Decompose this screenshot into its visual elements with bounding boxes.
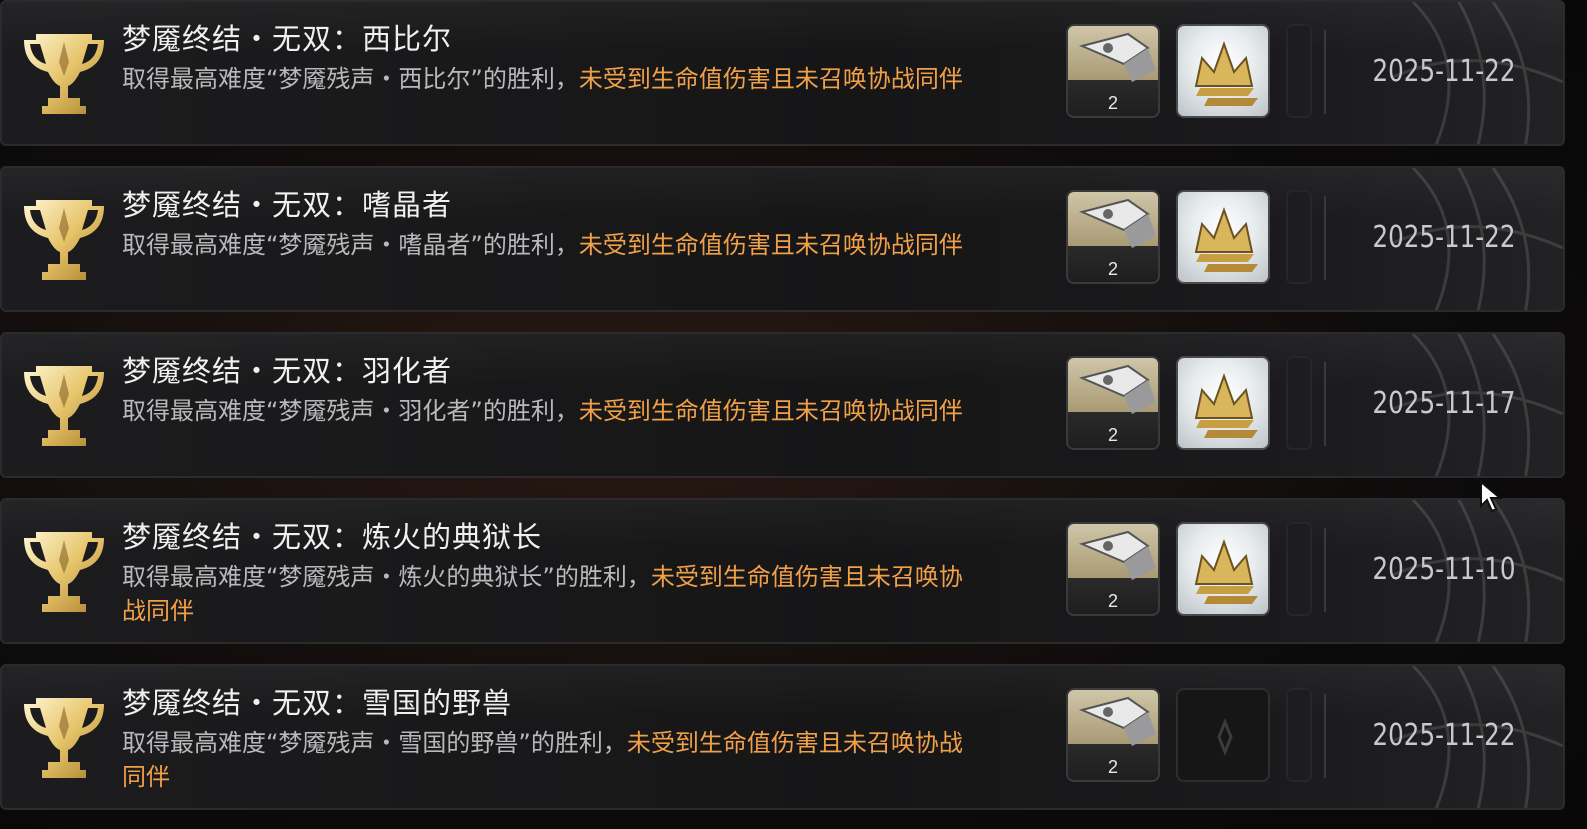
description-highlight: 未受到生命值伤害且未召唤协战同伴 bbox=[578, 65, 963, 93]
trophy-icon bbox=[24, 200, 104, 280]
empty-reward-slot bbox=[1286, 190, 1312, 284]
trophy-icon bbox=[24, 532, 104, 612]
description-text: 取得最高难度“梦魇残声・炼火的典狱长”的胜利， bbox=[122, 563, 651, 591]
reward-quantity: 2 bbox=[1107, 259, 1118, 279]
description-text: 取得最高难度“梦魇残声・雪国的野兽”的胜利， bbox=[122, 729, 627, 757]
trophy-icon bbox=[24, 34, 104, 114]
achievement-date: 2025-11-22 bbox=[1372, 718, 1516, 753]
achievement-date: 2025-11-22 bbox=[1372, 220, 1516, 255]
achievement-description: 取得最高难度“梦魇残声・嗜晶者”的胜利，未受到生命值伤害且未召唤协战同伴 bbox=[122, 228, 984, 262]
mouse-cursor-icon bbox=[1480, 480, 1503, 513]
divider bbox=[1324, 528, 1326, 612]
trophy-icon bbox=[24, 366, 104, 446]
empty-reward-slot bbox=[1286, 522, 1312, 616]
material-reward[interactable]: 2 bbox=[1066, 190, 1160, 284]
achievement-date: 2025-11-22 bbox=[1372, 54, 1516, 89]
empty-reward-slot bbox=[1286, 24, 1312, 118]
achievement-date: 2025-11-17 bbox=[1372, 386, 1516, 421]
achievement-description: 取得最高难度“梦魇残声・炼火的典狱长”的胜利，未受到生命值伤害且未召唤协战同伴 bbox=[122, 560, 984, 628]
description-highlight: 未受到生命值伤害且未召唤协战同伴 bbox=[578, 397, 963, 425]
description-text: 取得最高难度“梦魇残声・羽化者”的胜利， bbox=[122, 397, 579, 425]
material-reward[interactable]: 2 bbox=[1066, 24, 1160, 118]
achievement-date: 2025-11-10 bbox=[1372, 552, 1516, 587]
material-reward[interactable]: 2 bbox=[1066, 688, 1160, 782]
achievement-description: 取得最高难度“梦魇残声・羽化者”的胜利，未受到生命值伤害且未召唤协战同伴 bbox=[122, 394, 984, 428]
achievement-card[interactable]: 梦魇终结・无双：炼火的典狱长 取得最高难度“梦魇残声・炼火的典狱长”的胜利，未受… bbox=[0, 498, 1565, 644]
achievement-page: 梦魇终结・无双：西比尔 取得最高难度“梦魇残声・西比尔”的胜利，未受到生命值伤害… bbox=[0, 0, 1587, 829]
achievement-title: 梦魇终结・无双：雪国的野兽 bbox=[122, 686, 513, 720]
achievement-card[interactable]: 梦魇终结・无双：西比尔 取得最高难度“梦魇残声・西比尔”的胜利，未受到生命值伤害… bbox=[0, 0, 1565, 146]
achievement-title: 梦魇终结・无双：西比尔 bbox=[122, 22, 453, 56]
crown-reward[interactable] bbox=[1176, 24, 1270, 118]
achievement-title: 梦魇终结・无双：嗜晶者 bbox=[122, 188, 453, 222]
crown-reward[interactable] bbox=[1176, 356, 1270, 450]
empty-reward-slot bbox=[1286, 688, 1312, 782]
description-text: 取得最高难度“梦魇残声・西比尔”的胜利， bbox=[122, 65, 579, 93]
divider bbox=[1324, 362, 1326, 446]
material-reward-icon bbox=[1078, 198, 1156, 248]
crown-reward-icon bbox=[1194, 41, 1258, 106]
material-reward[interactable]: 2 bbox=[1066, 356, 1160, 450]
achievement-description: 取得最高难度“梦魇残声・雪国的野兽”的胜利，未受到生命值伤害且未召唤协战同伴 bbox=[122, 726, 984, 794]
achievement-title: 梦魇终结・无双：炼火的典狱长 bbox=[122, 520, 543, 554]
crown-reward[interactable] bbox=[1176, 522, 1270, 616]
material-reward-icon bbox=[1078, 530, 1156, 580]
reward-quantity: 2 bbox=[1107, 757, 1118, 777]
empty-reward-slot bbox=[1286, 356, 1312, 450]
crown-reward-icon bbox=[1194, 373, 1258, 438]
crown-reward-icon bbox=[1194, 539, 1258, 604]
trophy-icon bbox=[24, 698, 104, 778]
locked-reward-icon bbox=[1217, 717, 1233, 757]
crown-reward-icon bbox=[1194, 207, 1258, 272]
crown-reward[interactable] bbox=[1176, 190, 1270, 284]
achievement-card[interactable]: 梦魇终结・无双：羽化者 取得最高难度“梦魇残声・羽化者”的胜利，未受到生命值伤害… bbox=[0, 332, 1565, 478]
divider bbox=[1324, 694, 1326, 778]
reward-quantity: 2 bbox=[1107, 591, 1118, 611]
divider bbox=[1324, 196, 1326, 280]
achievement-description: 取得最高难度“梦魇残声・西比尔”的胜利，未受到生命值伤害且未召唤协战同伴 bbox=[122, 62, 984, 96]
material-reward-icon bbox=[1078, 32, 1156, 82]
achievement-card[interactable]: 梦魇终结・无双：雪国的野兽 取得最高难度“梦魇残声・雪国的野兽”的胜利，未受到生… bbox=[0, 664, 1565, 810]
description-text: 取得最高难度“梦魇残声・嗜晶者”的胜利， bbox=[122, 231, 579, 259]
divider bbox=[1324, 30, 1326, 114]
material-reward-icon bbox=[1078, 364, 1156, 414]
locked-reward[interactable] bbox=[1176, 688, 1270, 782]
material-reward[interactable]: 2 bbox=[1066, 522, 1160, 616]
achievement-card[interactable]: 梦魇终结・无双：嗜晶者 取得最高难度“梦魇残声・嗜晶者”的胜利，未受到生命值伤害… bbox=[0, 166, 1565, 312]
description-highlight: 未受到生命值伤害且未召唤协战同伴 bbox=[578, 231, 963, 259]
reward-quantity: 2 bbox=[1107, 93, 1118, 113]
material-reward-icon bbox=[1078, 696, 1156, 746]
reward-quantity: 2 bbox=[1107, 425, 1118, 445]
achievement-title: 梦魇终结・无双：羽化者 bbox=[122, 354, 453, 388]
